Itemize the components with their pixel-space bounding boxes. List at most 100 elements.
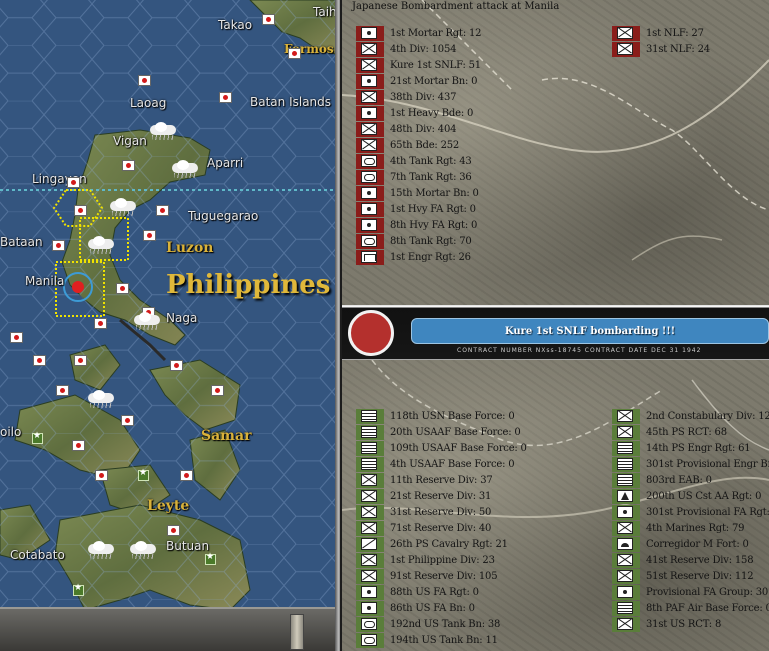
inf-unit-icon — [361, 570, 377, 582]
unit-row[interactable]: 4th Marines Rgt: 79 — [612, 520, 769, 536]
unit-row[interactable]: 192nd US Tank Bn: 38 — [356, 616, 527, 632]
unit-name: 45th PS RCT: 68 — [646, 426, 727, 438]
unit-name: 21st Reserve Div: 31 — [390, 490, 492, 502]
allied-unit-icon[interactable] — [205, 552, 216, 565]
flag-icon[interactable] — [138, 75, 151, 86]
unit-row[interactable]: 301st Provisional FA Rgt: 0 — [612, 504, 769, 520]
flag-icon[interactable] — [10, 332, 23, 343]
unit-row[interactable]: 118th USN Base Force: 0 — [356, 408, 527, 424]
unit-row[interactable]: 1st Heavy Bde: 0 — [356, 105, 481, 121]
inf-unit-icon — [617, 618, 633, 630]
region-label-leyte: Leyte — [147, 498, 190, 514]
panel-divider[interactable] — [335, 0, 340, 651]
flag-icon[interactable] — [33, 355, 46, 366]
unit-row[interactable]: 91st Reserve Div: 105 — [356, 568, 527, 584]
base-unit-icon — [617, 474, 633, 486]
unit-row[interactable]: 301st Provisional Engr Bn: 0 — [612, 456, 769, 472]
unit-row[interactable]: 31st US RCT: 8 — [612, 616, 769, 632]
unit-row[interactable]: 48th Div: 404 — [356, 121, 481, 137]
storm-cloud-icon — [86, 541, 116, 559]
unit-row[interactable]: 15th Mortar Bn: 0 — [356, 185, 481, 201]
unit-row[interactable]: 1st Hvy FA Rgt: 0 — [356, 201, 481, 217]
unit-row[interactable]: 21st Mortar Bn: 0 — [356, 73, 481, 89]
allied-unit-icon[interactable] — [32, 431, 43, 444]
unit-row[interactable]: 194th US Tank Bn: 11 — [356, 632, 527, 648]
unit-row[interactable]: 38th Div: 437 — [356, 89, 481, 105]
unit-row[interactable]: 2nd Constabulary Div: 120 — [612, 408, 769, 424]
unit-row[interactable]: 8th Hvy FA Rgt: 0 — [356, 217, 481, 233]
unit-row[interactable]: 21st Reserve Div: 31 — [356, 488, 527, 504]
unit-row[interactable]: 1st Engr Rgt: 26 — [356, 249, 481, 265]
unit-name: 8th Hvy FA Rgt: 0 — [390, 219, 478, 231]
unit-name: 15th Mortar Bn: 0 — [390, 187, 479, 199]
unit-row[interactable]: 51st Reserve Div: 112 — [612, 568, 769, 584]
unit-name: 11th Reserve Div: 37 — [390, 474, 493, 486]
unit-row[interactable]: 86th US FA Bn: 0 — [356, 600, 527, 616]
city-label-tuguegarao: Tuguegarao — [188, 209, 259, 223]
city-label-naga: Naga — [166, 311, 198, 325]
cav-unit-icon — [361, 538, 377, 550]
unit-row[interactable]: 71st Reserve Div: 40 — [356, 520, 527, 536]
flag-icon[interactable] — [219, 92, 232, 103]
unit-row[interactable]: Kure 1st SNLF: 51 — [356, 57, 481, 73]
storm-cloud-icon — [128, 541, 158, 559]
flag-icon[interactable] — [67, 177, 80, 188]
unit-row[interactable]: 20th USAAF Base Force: 0 — [356, 424, 527, 440]
unit-row[interactable]: 26th PS Cavalry Rgt: 21 — [356, 536, 527, 552]
unit-row[interactable]: 1st Mortar Rgt: 12 — [356, 25, 481, 41]
unit-row[interactable]: 4th USAAF Base Force: 0 — [356, 456, 527, 472]
unit-row[interactable]: 8th Tank Rgt: 70 — [356, 233, 481, 249]
flag-icon[interactable] — [74, 205, 87, 216]
flag-icon[interactable] — [170, 360, 183, 371]
flag-icon[interactable] — [211, 385, 224, 396]
unit-row[interactable]: 4th Tank Rgt: 43 — [356, 153, 481, 169]
flag-icon[interactable] — [143, 230, 156, 241]
allied-unit-icon[interactable] — [73, 583, 84, 596]
allied-unit-icon[interactable] — [138, 468, 149, 481]
unit-row[interactable]: Provisional FA Group: 30 — [612, 584, 769, 600]
unit-row[interactable]: 109th USAAF Base Force: 0 — [356, 440, 527, 456]
unit-row[interactable]: 8th PAF Air Base Force: 0 — [612, 600, 769, 616]
flag-icon[interactable] — [121, 415, 134, 426]
attacker-unit-list-right: 1st NLF: 27 31st NLF: 24 — [612, 25, 710, 57]
flag-icon[interactable] — [122, 160, 135, 171]
unit-name: 4th Marines Rgt: 79 — [646, 522, 745, 534]
inf-unit-icon — [617, 410, 633, 422]
unit-row[interactable]: 200th US Cst AA Rgt: 0 — [612, 488, 769, 504]
flag-icon[interactable] — [180, 470, 193, 481]
unit-row[interactable]: 4th Div: 1054 — [356, 41, 481, 57]
unit-row[interactable]: 65th Bde: 252 — [356, 137, 481, 153]
flag-icon[interactable] — [262, 14, 275, 25]
unit-row[interactable]: 803rd EAB: 0 — [612, 472, 769, 488]
unit-row[interactable]: 41st Reserve Div: 158 — [612, 552, 769, 568]
strategic-map[interactable]: Takao Taiho Formos Laoag Batan Islands V… — [0, 0, 340, 651]
unit-row[interactable]: Corregidor M Fort: 0 — [612, 536, 769, 552]
flag-icon[interactable] — [74, 355, 87, 366]
unit-row[interactable]: 45th PS RCT: 68 — [612, 424, 769, 440]
flag-icon[interactable] — [94, 318, 107, 329]
storm-cloud-icon — [132, 312, 162, 330]
unit-name: 4th Tank Rgt: 43 — [390, 155, 472, 167]
flag-icon[interactable] — [116, 283, 129, 294]
unit-row[interactable]: 1st NLF: 27 — [612, 25, 710, 41]
flag-icon[interactable] — [288, 48, 301, 59]
flag-icon[interactable] — [156, 205, 169, 216]
unit-name: Provisional FA Group: 30 — [646, 586, 769, 598]
flag-icon[interactable] — [72, 440, 85, 451]
unit-row[interactable]: 31st Reserve Div: 50 — [356, 504, 527, 520]
inf-unit-icon — [361, 554, 377, 566]
map-scrollbar-handle[interactable] — [290, 614, 304, 650]
flag-icon[interactable] — [56, 385, 69, 396]
unit-row[interactable]: 31st NLF: 24 — [612, 41, 710, 57]
flag-icon[interactable] — [167, 525, 180, 536]
storm-cloud-icon — [86, 236, 116, 254]
unit-row[interactable]: 11th Reserve Div: 37 — [356, 472, 527, 488]
unit-row[interactable]: 14th PS Engr Rgt: 61 — [612, 440, 769, 456]
unit-row[interactable]: 7th Tank Rgt: 36 — [356, 169, 481, 185]
flag-icon[interactable] — [52, 240, 65, 251]
flag-icon[interactable] — [95, 470, 108, 481]
unit-row[interactable]: 88th US FA Rgt: 0 — [356, 584, 527, 600]
unit-name: 1st Philippine Div: 23 — [390, 554, 495, 566]
unit-row[interactable]: 1st Philippine Div: 23 — [356, 552, 527, 568]
inf-unit-icon — [361, 43, 377, 55]
